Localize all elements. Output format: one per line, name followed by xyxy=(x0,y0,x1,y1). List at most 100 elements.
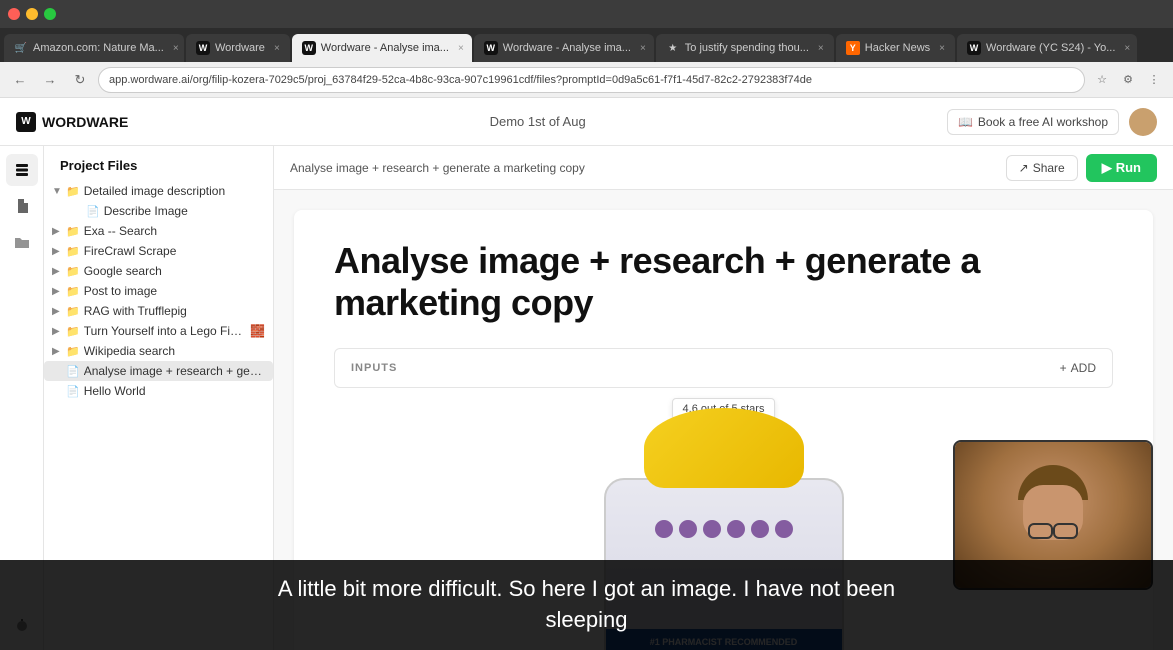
tab-label-w2: Wordware - Analyse ima... xyxy=(321,42,449,54)
play-icon: ▶ xyxy=(1102,160,1112,176)
tab-label-w1: Wordware xyxy=(215,42,265,54)
extension-icon[interactable]: ⚙ xyxy=(1117,69,1139,91)
tree-item-detailed-image[interactable]: ▼ 📁 Detailed image description xyxy=(44,181,273,201)
sidebar-icon-file[interactable] xyxy=(6,190,38,222)
inputs-section: INPUTS + ADD xyxy=(334,348,1113,388)
folder-icon-firecrawl: 📁 xyxy=(66,245,80,258)
tab-close-w1[interactable]: × xyxy=(274,43,280,54)
chevron-right-icon-rag: ▶ xyxy=(52,306,64,317)
tab-wordware-analyse[interactable]: W Wordware - Analyse ima... × xyxy=(292,34,472,62)
gummy-4 xyxy=(727,520,745,538)
inputs-label: INPUTS xyxy=(351,362,397,374)
file-icon-analyse: 📄 xyxy=(66,365,80,378)
tab-wordware-analyse2[interactable]: W Wordware - Analyse ima... × xyxy=(474,34,654,62)
glasses-left xyxy=(1028,523,1053,539)
tab-close-justify[interactable]: × xyxy=(818,43,824,54)
tab-amazon[interactable]: 🛒 Amazon.com: Nature Ma... × xyxy=(4,34,184,62)
folder-icon-google: 📁 xyxy=(66,265,80,278)
tab-wordware1[interactable]: W Wordware × xyxy=(186,34,290,62)
run-label: Run xyxy=(1116,160,1141,175)
address-bar[interactable]: app.wordware.ai/org/filip-kozera-7029c5/… xyxy=(98,67,1085,93)
chevron-right-icon-wiki: ▶ xyxy=(52,346,64,357)
glasses-right xyxy=(1053,523,1078,539)
tree-item-wikipedia[interactable]: ▶ 📁 Wikipedia search xyxy=(44,341,273,361)
tree-item-rag[interactable]: ▶ 📁 RAG with Trufflepig xyxy=(44,301,273,321)
subtitle-line1: A little bit more difficult. So here I g… xyxy=(278,576,895,601)
tree-item-hello-world[interactable]: 📄 Hello World xyxy=(44,381,273,401)
tab-favicon-w4: W xyxy=(967,41,981,55)
forward-button[interactable]: → xyxy=(38,68,62,92)
tree-item-describe-image[interactable]: 📄 Describe Image xyxy=(44,201,273,221)
share-label: Share xyxy=(1033,161,1065,175)
folder-icon-post: 📁 xyxy=(66,285,80,298)
app-topbar-right: 📖 Book a free AI workshop xyxy=(947,108,1157,136)
tab-close-amazon[interactable]: × xyxy=(173,43,179,54)
sidebar-icon-folder[interactable] xyxy=(6,226,38,258)
chevron-right-icon-lego: ▶ xyxy=(52,326,64,337)
chevron-down-icon: ▼ xyxy=(52,186,64,197)
maximize-button[interactable] xyxy=(44,8,56,20)
lego-emoji: 🧱 xyxy=(250,324,265,338)
face-skin xyxy=(1023,485,1083,540)
project-panel-title: Project Files xyxy=(44,158,273,181)
address-text: app.wordware.ai/org/filip-kozera-7029c5/… xyxy=(109,74,812,86)
reload-button[interactable]: ↻ xyxy=(68,68,92,92)
back-button[interactable]: ← xyxy=(8,68,32,92)
tab-label-hn: Hacker News xyxy=(865,42,930,54)
close-button[interactable] xyxy=(8,8,20,20)
tabs-bar: 🛒 Amazon.com: Nature Ma... × W Wordware … xyxy=(0,28,1173,62)
folder-icon-lego: 📁 xyxy=(66,325,80,338)
tree-item-lego[interactable]: ▶ 📁 Turn Yourself into a Lego Figure 🧱 xyxy=(44,321,273,341)
gummy-6 xyxy=(775,520,793,538)
add-label: ADD xyxy=(1071,361,1096,375)
subtitles-bar: A little bit more difficult. So here I g… xyxy=(0,560,1173,650)
tree-item-post-image[interactable]: ▶ 📁 Post to image xyxy=(44,281,273,301)
user-avatar[interactable] xyxy=(1129,108,1157,136)
tree-item-exa[interactable]: ▶ 📁 Exa -- Search xyxy=(44,221,273,241)
tab-favicon-w1: W xyxy=(196,41,210,55)
tab-close-w2[interactable]: × xyxy=(458,43,464,54)
tab-justify[interactable]: ★ To justify spending thou... × xyxy=(656,34,834,62)
folder-open-icon: 📁 xyxy=(66,185,80,198)
nav-bar: ← → ↻ app.wordware.ai/org/filip-kozera-7… xyxy=(0,62,1173,98)
book-workshop-button[interactable]: 📖 Book a free AI workshop xyxy=(947,109,1119,135)
tree-item-analyse[interactable]: 📄 Analyse image + research + genera... xyxy=(44,361,273,381)
chevron-right-icon-firecrawl: ▶ xyxy=(52,246,64,257)
face-detail xyxy=(1013,465,1093,565)
canvas-main-title: Analyse image + research + generate a ma… xyxy=(334,240,1113,324)
gummy-1 xyxy=(655,520,673,538)
tree-label-describe-image: Describe Image xyxy=(104,204,265,218)
folder-icon-exa: 📁 xyxy=(66,225,80,238)
tab-close-yc[interactable]: × xyxy=(1124,43,1130,54)
tree-label-google: Google search xyxy=(84,264,265,278)
tab-close-w3[interactable]: × xyxy=(640,43,646,54)
tab-close-hn[interactable]: × xyxy=(939,43,945,54)
tab-label-amazon: Amazon.com: Nature Ma... xyxy=(33,42,164,54)
tree-label-hello-world: Hello World xyxy=(84,384,265,398)
tree-label-lego: Turn Yourself into a Lego Figure xyxy=(84,324,246,338)
tab-favicon-amazon: 🛒 xyxy=(14,41,28,55)
tree-label-post-image: Post to image xyxy=(84,284,265,298)
tree-item-google[interactable]: ▶ 📁 Google search xyxy=(44,261,273,281)
plus-icon: + xyxy=(1060,361,1067,375)
file-icon-hello: 📄 xyxy=(66,385,80,398)
app-logo: W WORDWARE xyxy=(16,112,128,132)
menu-icon[interactable]: ⋮ xyxy=(1143,69,1165,91)
wordware-logo-label: WORDWARE xyxy=(42,114,128,130)
wordware-logo-icon: W xyxy=(16,112,36,132)
tab-label-justify: To justify spending thou... xyxy=(685,42,809,54)
sidebar-icon-layers[interactable] xyxy=(6,154,38,186)
chevron-right-icon-google: ▶ xyxy=(52,266,64,277)
share-button[interactable]: ↗ Share xyxy=(1006,155,1078,181)
run-button[interactable]: ▶ Run xyxy=(1086,154,1157,182)
gummy-5 xyxy=(751,520,769,538)
tab-hackernews[interactable]: Y Hacker News × xyxy=(836,34,955,62)
traffic-lights xyxy=(8,8,56,20)
bookmark-icon[interactable]: ☆ xyxy=(1091,69,1113,91)
tree-item-firecrawl[interactable]: ▶ 📁 FireCrawl Scrape xyxy=(44,241,273,261)
book-workshop-label: Book a free AI workshop xyxy=(978,115,1108,129)
minimize-button[interactable] xyxy=(26,8,38,20)
add-input-button[interactable]: + ADD xyxy=(1060,361,1096,375)
subtitle-line2: sleeping xyxy=(546,607,628,632)
tab-wordware-yc[interactable]: W Wordware (YC S24) - Yo... × xyxy=(957,34,1137,62)
